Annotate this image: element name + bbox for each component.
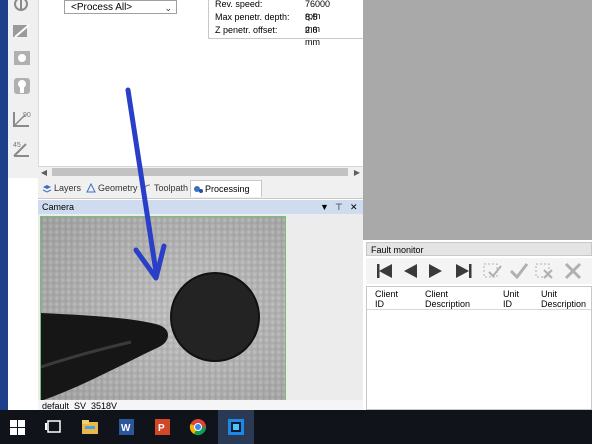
svg-text:45: 45 <box>13 142 21 149</box>
powerpoint-icon[interactable]: P <box>144 410 180 444</box>
empty-workspace <box>363 0 592 240</box>
pin-icon[interactable]: ⊤ <box>335 200 343 214</box>
header-line: ID <box>375 299 384 309</box>
column-header-client-description[interactable]: Client Description <box>425 289 470 309</box>
svg-text:W: W <box>121 423 131 434</box>
angle-90-icon[interactable]: 90 <box>11 108 35 130</box>
drill-tool-icon[interactable] <box>11 0 35 22</box>
fault-monitor-title: Fault monitor <box>371 245 424 255</box>
acknowledge-selection-icon[interactable] <box>482 261 504 281</box>
tab-processing[interactable]: Processing <box>190 180 262 197</box>
tab-label: Layers <box>54 183 82 193</box>
active-app-icon[interactable] <box>218 410 254 444</box>
tool-column: 90 45 <box>8 0 39 178</box>
first-record-icon[interactable] <box>374 261 396 281</box>
parameter-row: Rev. speed: 76000 rpm <box>215 0 330 21</box>
word-icon[interactable]: W <box>108 410 144 444</box>
parameter-row: Max penetr. depth: 8.5 mm <box>215 11 320 34</box>
processing-icon <box>194 186 203 193</box>
fault-monitor-header: Fault monitor <box>366 242 592 256</box>
last-record-icon[interactable] <box>452 261 474 281</box>
left-accent-bar <box>0 0 8 410</box>
chrome-icon[interactable] <box>180 410 216 444</box>
column-header-client-id[interactable]: Client ID <box>375 289 398 309</box>
camera-panel-header: Camera ▼ ⊤ ✕ <box>38 200 363 214</box>
parameters-panel: Rev. speed: 76000 rpm Max penetr. depth:… <box>208 0 365 47</box>
annotation-arrow <box>125 87 167 281</box>
header-line: Client <box>425 289 449 299</box>
chevron-down-icon: ⌄ <box>164 3 172 13</box>
column-header-unit-description[interactable]: Unit Description <box>541 289 586 309</box>
next-record-icon[interactable] <box>424 261 446 281</box>
tab-label: Processing <box>205 184 250 194</box>
windows-start-icon[interactable] <box>0 410 36 444</box>
header-line: Client <box>375 289 399 299</box>
previous-record-icon[interactable] <box>400 261 422 281</box>
svg-text:P: P <box>158 423 165 434</box>
header-line: Unit <box>503 289 520 299</box>
delete-icon[interactable] <box>562 261 584 281</box>
process-dropdown-value: <Process All> <box>71 2 133 13</box>
parameter-label: Rev. speed: <box>215 0 263 9</box>
parameter-row: Z penetr. offset: 2.6 mm <box>215 24 320 47</box>
edit-tool-icon[interactable] <box>11 22 35 44</box>
parameter-label: Max penetr. depth: <box>215 12 290 22</box>
parameter-label: Z penetr. offset: <box>215 25 278 35</box>
scrollbar-thumb[interactable] <box>52 168 348 176</box>
table-header-divider <box>367 309 591 310</box>
svg-text:90: 90 <box>23 112 31 119</box>
column-header-unit-id[interactable]: Unit ID <box>503 289 519 309</box>
panel-menu-icon[interactable]: ▼ <box>320 200 329 214</box>
fault-monitor-table: Client ID Client Description Unit ID Uni… <box>366 286 592 410</box>
taskbar: W P <box>0 410 592 444</box>
delete-selection-icon[interactable] <box>534 261 556 281</box>
probe-tool-icon[interactable] <box>11 76 35 98</box>
angle-45-icon[interactable]: 45 <box>11 138 35 160</box>
file-explorer-icon[interactable] <box>72 410 108 444</box>
fault-monitor-toolbar <box>366 258 592 284</box>
geometry-icon <box>86 183 96 193</box>
header-line: Description <box>541 299 587 309</box>
layers-icon <box>42 185 52 193</box>
camera-title: Camera <box>42 202 75 212</box>
header-line: Unit <box>541 289 558 299</box>
parameter-value: 2.6 mm <box>305 25 320 47</box>
close-icon[interactable]: ✕ <box>350 200 358 214</box>
header-line: Description <box>425 299 471 309</box>
task-view-icon[interactable] <box>36 410 72 444</box>
panel-tab-bar: Layers Geometry Toolpath Processing <box>38 178 363 199</box>
header-line: ID <box>503 299 512 309</box>
photo-tool-icon[interactable] <box>11 48 35 70</box>
process-dropdown[interactable]: <Process All> ⌄ <box>64 0 177 14</box>
acknowledge-icon[interactable] <box>508 261 530 281</box>
